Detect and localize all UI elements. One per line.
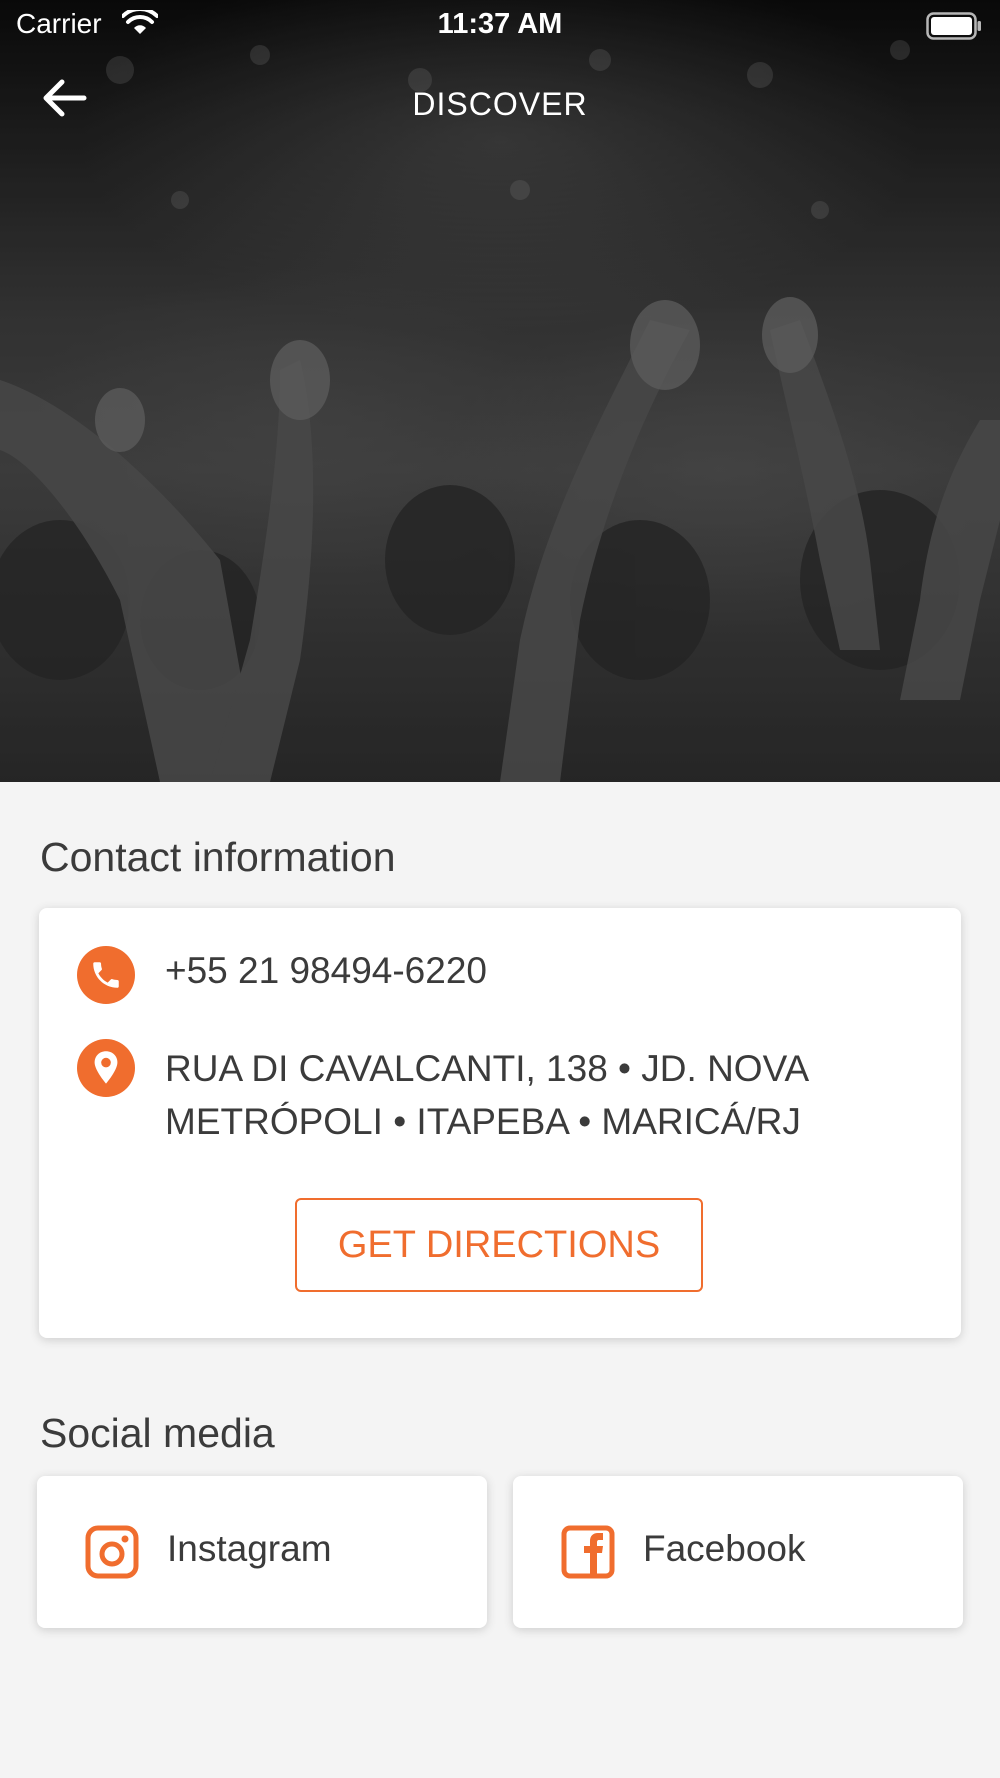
status-bar: Carrier 11:37 AM bbox=[0, 0, 1000, 52]
instagram-button[interactable]: Instagram bbox=[37, 1476, 487, 1628]
facebook-button[interactable]: Facebook bbox=[513, 1476, 963, 1628]
battery-icon bbox=[926, 12, 981, 40]
status-time: 11:37 AM bbox=[437, 8, 563, 40]
map-pin-icon bbox=[77, 1039, 135, 1097]
instagram-icon bbox=[85, 1525, 139, 1579]
phone-number[interactable]: +55 21 98494-6220 bbox=[165, 950, 487, 992]
navigation-bar: DISCOVER bbox=[0, 70, 1000, 140]
phone-icon[interactable] bbox=[77, 946, 135, 1004]
facebook-label: Facebook bbox=[643, 1528, 806, 1569]
contact-card: +55 21 98494-6220 RUA DI CAVALCANTI, 138… bbox=[39, 908, 961, 1338]
get-directions-button[interactable]: GET DIRECTIONS bbox=[295, 1198, 703, 1292]
contact-section-title: Contact information bbox=[40, 834, 396, 880]
social-section-title: Social media bbox=[40, 1410, 275, 1456]
facebook-icon bbox=[561, 1525, 615, 1579]
hero-image: Carrier 11:37 AM DISCOVER bbox=[0, 0, 1000, 782]
instagram-label: Instagram bbox=[167, 1528, 332, 1569]
address-text: RUA DI CAVALCANTI, 138 • JD. NOVA METRÓP… bbox=[165, 1048, 808, 1142]
page-title: DISCOVER bbox=[412, 86, 588, 122]
